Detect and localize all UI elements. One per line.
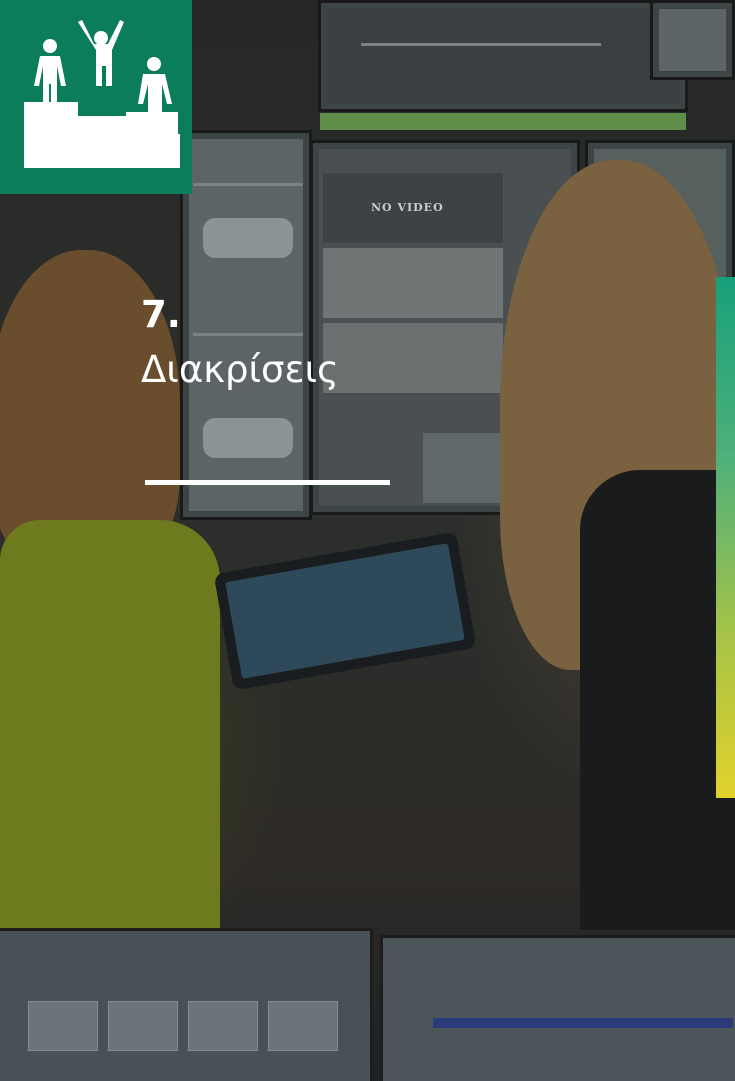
desk-monitor-right: [380, 935, 735, 1081]
wall-monitor-top: [318, 0, 735, 112]
person-right-shirt: [580, 470, 735, 930]
section-title: Διακρίσεις: [141, 348, 339, 391]
no-video-label: NO VIDEO: [371, 201, 444, 214]
person-left-vest: [0, 520, 220, 930]
wall-monitor-right: [650, 0, 735, 80]
page: NO VIDEO 7. Διακρίσεις: [0, 0, 735, 1081]
desk-monitor-left: [0, 928, 373, 1081]
wall-monitor-left: [180, 130, 312, 520]
section-number: 7.: [141, 293, 181, 336]
title-underline: [145, 480, 390, 485]
tablet: [213, 531, 477, 691]
podium-badge: [0, 0, 192, 194]
podium-icon: [24, 20, 180, 168]
monitor-status-bar: [320, 113, 686, 130]
gradient-accent-bar: [716, 277, 735, 798]
